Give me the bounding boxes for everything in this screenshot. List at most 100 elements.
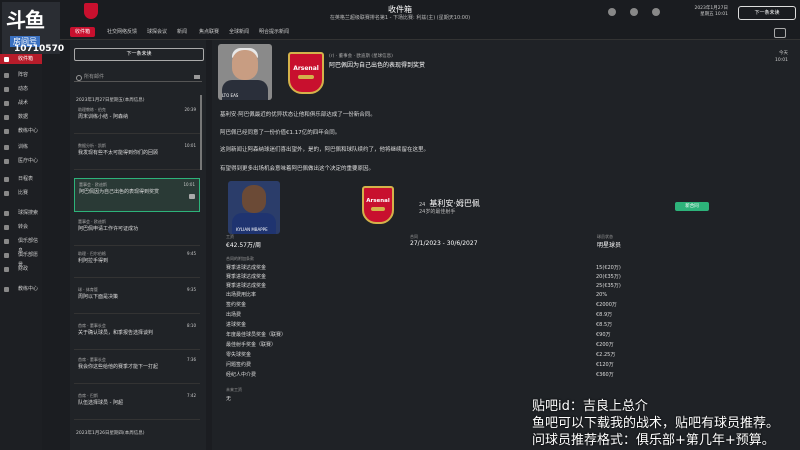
tab-world-news[interactable]: 全球新闻 [224,27,254,37]
club-icon [4,239,9,244]
stream-overlay-line: 贴吧id：吉良上总介 [532,399,648,414]
sidebar-item-squad[interactable]: 阵容 [0,70,42,80]
date-header: 2023年1月27日星期五(本周信息) [76,98,145,103]
help-icon[interactable] [608,8,616,16]
tab-social[interactable]: 社交网络反馈 [102,27,142,37]
mark-read-icon[interactable] [189,194,195,199]
arsenal-crest-icon: Arsenal [288,52,324,94]
player-description: 24岁的最佳射手 [419,209,456,215]
message-paragraph: 阿巴佩已经同意了一份价值€1.17亿的四年合同。 [220,130,341,136]
staff-centre-icon [4,287,9,292]
clause-row: 签约奖金 €2000万 [226,302,617,308]
contract-value: 27/1/2023 - 30/6/2027 [410,240,478,247]
message-item[interactable]: 首席 · 董事长会 关于确认球员，和季报告选择谈判 8:10 [74,320,200,350]
sidebar-item-inbox[interactable]: 收件箱 [0,54,42,64]
stream-overlay-line: 鱼吧可以下载我的战术，贴吧有球员推荐。 [532,416,780,431]
clause-row: 进球奖金 €8.5万 [226,322,613,328]
inbox-scrollbar[interactable] [200,95,202,170]
clause-row: 赛季进球达成奖金 15(€20万) [226,265,621,271]
transfer-icon [4,225,9,230]
new-contract-badge: 新合同 [675,202,709,211]
message-view: LTO EAS Arsenal (r) · 董事会 · 欧迪斯 (星球信息) 阿… [212,40,800,450]
tab-inbox[interactable]: 收件箱 [70,27,96,37]
sidebar-item-transfers[interactable]: 转会 [0,222,42,232]
vision-icon [4,253,9,258]
medical-icon [4,159,9,164]
match-icon [4,191,9,196]
message-paragraph: 这则新闻让阿森纳球迷们喜出望外，是的，阿巴佩和球队续约了，他将继续留在这里。 [220,147,430,153]
message-item[interactable]: 董事会 · 欧迪斯 阿巴佩申请工作许可证成功 [74,216,200,246]
next-unread-button[interactable]: 下一条未读 [74,48,204,61]
sidebar-item-training[interactable]: 训练 [0,142,42,152]
future-wage-value: 无 [226,396,232,402]
next-match-info: 在英格兰超级联赛排名第1 - 下场比赛: 利兹(主) (星期天10:00) [329,15,471,21]
scouting-icon [4,211,9,216]
dynamics-icon [4,87,9,92]
search-icon [76,75,82,81]
clauses-header: 合同的附加条款 [226,256,254,261]
tactics-icon [4,101,9,106]
clause-row: 赛季进球达成奖金 25(€35万) [226,283,621,289]
message-item[interactable]: 首席 · 巴斯 队伍选择球员 - 阿超 7:42 [74,390,200,420]
sidebar-item-scouting[interactable]: 球探搜索 [0,208,42,218]
clause-row: 零失球奖金 €2.25万 [226,352,616,358]
inbox-icon [4,57,9,62]
message-paragraph: 有望得到更多出场机会意味着阿巴佩做出这个决定的重要原因。 [220,166,375,172]
message-title: 阿巴佩因为自己出色的表现得到奖赏 [329,62,426,69]
settings-icon[interactable] [652,8,660,16]
filter-icon[interactable] [194,75,200,79]
arsenal-crest-icon: Arsenal [362,186,394,224]
message-item[interactable]: 球 · 体育管 周阿以下面是决策 9:35 [74,284,200,314]
message-item[interactable]: 助理教练 · 伯克 周末训练小结 - 阿森纳 20:39 [74,104,200,134]
clause-row: 出场费用比率 20% [226,292,608,298]
inbox-tabs: 收件箱 社交网络反馈 球探会议 新闻 焦点联赛 全球新闻 明合提示新闻 [60,25,800,40]
tab-scouting[interactable]: 球探会议 [142,27,172,37]
calendar-icon [4,177,9,182]
room-id: 10710570 [14,44,65,54]
sidebar-item-medical[interactable]: 医疗中心 [0,156,42,166]
sidebar-item-staff[interactable]: 教练中心 [0,126,42,136]
search-icon[interactable] [630,8,638,16]
sidebar-item-club-info[interactable]: 俱乐部信息 [0,236,42,254]
tab-focus-league[interactable]: 焦点联赛 [194,27,224,37]
message-item[interactable]: 助理 · 巴尔伯格 利阿拉手得到 9:45 [74,248,200,278]
sidebar-item-matches[interactable]: 比赛 [0,188,42,198]
sidebar-item-staff-centre[interactable]: 教练中心 [0,284,42,294]
clause-row: 最佳射手奖金（联赛） €200万 [226,342,614,348]
continue-button[interactable]: 下一条未读 [738,6,796,20]
top-bar: 收件箱 在英格兰超级联赛排名第1 - 下场比赛: 利兹(主) (星期天10:00… [0,0,800,25]
top-icons [608,8,660,16]
clause-row: 年度最佳球员奖金（联赛） €90万 [226,332,611,338]
clause-row: 出场费 €8.9万 [226,312,613,318]
date-header: 2023年1月26日星期四(本周信息) [76,431,145,436]
sidebar-item-finances[interactable]: 财政 [0,264,42,274]
layout-icon[interactable] [774,28,786,38]
data-icon [4,115,9,120]
sidebar: 收件箱 阵容 动态 战术 数据 教练中心 训练 医疗中心 日程表 比赛 球探搜索… [0,54,42,450]
sidebar-item-club-vision[interactable]: 俱乐部愿景 [0,250,42,268]
stream-overlay-line: 问球员推荐格式：俱乐部+第几年+预算。 [532,433,775,448]
clause-row: 经纪人中介费 €360万 [226,372,614,378]
tab-tips[interactable]: 明合提示新闻 [254,27,294,37]
stream-logo-text: 斗鱼 [6,8,45,32]
squad-icon [4,73,9,78]
inbox-list: 下一条未读 所有邮件 2023年1月27日星期五(本周信息) 助理教练 · 伯克… [70,40,206,450]
player-photo[interactable]: KYLIAN MBAPPE [228,181,280,234]
message-paragraph: 基利安·阿巴佩最近的优异状态让他和俱乐部达成了一份新合同。 [220,112,376,118]
sidebar-item-tactics[interactable]: 战术 [0,98,42,108]
clause-row: 问题签约费 €120万 [226,362,614,368]
sidebar-item-data[interactable]: 数据 [0,112,42,122]
sidebar-item-dynamics[interactable]: 动态 [0,84,42,94]
chairman-photo: LTO EAS [218,44,272,100]
future-wage-label: 未来工资 [226,387,242,392]
sidebar-item-schedule[interactable]: 日程表 [0,174,42,184]
message-item-selected[interactable]: 董事会 · 欧迪斯 阿巴佩因为自己出色的表现得到奖赏 10:01 [74,178,200,212]
message-sender: (r) · 董事会 · 欧迪斯 (星球信息) [329,54,393,59]
message-item[interactable]: 数据分析 · 凯斯 我发现有些不太可能得到你们的回顾 10:01 [74,140,200,170]
message-item[interactable]: 首席 · 董事长会 我会你这些给他的赛季才能下一打起 7:36 [74,354,200,384]
finance-icon [4,267,9,272]
message-time: 今天 10:01 [775,51,788,63]
tab-news[interactable]: 新闻 [172,27,192,37]
training-icon [4,145,9,150]
inbox-search-input[interactable]: 所有邮件 [74,72,202,82]
